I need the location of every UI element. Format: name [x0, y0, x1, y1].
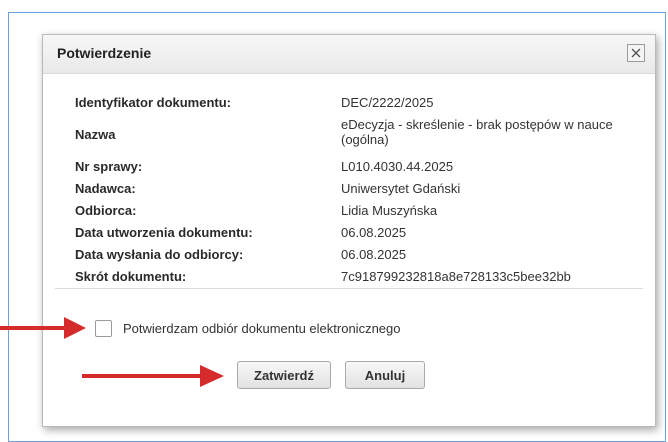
field-label: Data wysłania do odbiorcy: — [75, 247, 244, 262]
cancel-button[interactable]: Anuluj — [345, 361, 425, 389]
field-label: Identyfikator dokumentu: — [75, 95, 232, 110]
arrow-to-checkbox-icon — [0, 317, 86, 339]
field-value: 06.08.2025 — [341, 247, 407, 262]
close-icon — [631, 48, 641, 58]
field-value: 06.08.2025 — [341, 225, 407, 240]
field-value: Uniwersytet Gdański — [341, 181, 461, 196]
field-value: DEC/2222/2025 — [341, 95, 434, 110]
field-label: Nazwa — [75, 127, 116, 142]
confirm-button[interactable]: Zatwierdź — [237, 361, 331, 389]
confirm-receipt-checkbox[interactable] — [95, 319, 112, 337]
confirm-receipt-row: Potwierdzam odbiór dokumentu elektronicz… — [95, 318, 401, 338]
field-label: Data utworzenia dokumentu: — [75, 225, 253, 240]
field-value: 7c918799232818a8e728133c5bee32bb — [341, 269, 571, 284]
confirm-receipt-label[interactable]: Potwierdzam odbiór dokumentu elektronicz… — [123, 321, 401, 336]
field-value: L010.4030.44.2025 — [341, 159, 454, 174]
dialog-title: Potwierdzenie — [57, 45, 152, 61]
dialog-header: Potwierdzenie — [43, 35, 655, 74]
field-label: Nr sprawy: — [75, 159, 143, 174]
field-label: Skrót dokumentu: — [75, 269, 187, 284]
field-label: Odbiorca: — [75, 203, 137, 218]
arrow-to-confirm-button-icon — [82, 365, 224, 387]
close-button[interactable] — [627, 44, 645, 62]
field-value: eDecyzja - skreślenie - brak postępów w … — [341, 117, 613, 147]
field-label: Nadawca: — [75, 181, 136, 196]
field-value: Lidia Muszyńska — [341, 203, 438, 218]
document-details: Identyfikator dokumentu: DEC/2222/2025 N… — [55, 83, 643, 289]
